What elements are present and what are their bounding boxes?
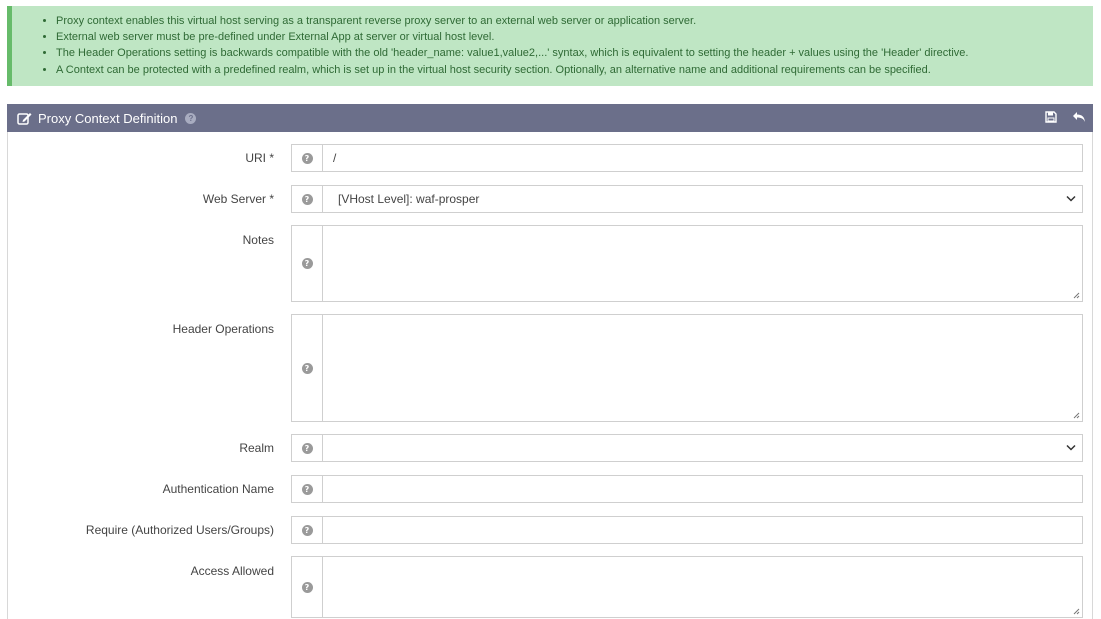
web-server-value: [VHost Level]: waf-prosper	[338, 192, 480, 206]
resize-grip-icon[interactable]	[1073, 292, 1080, 299]
uri-label: URI *	[245, 151, 274, 165]
notes-help[interactable]: ?	[292, 226, 323, 301]
header-operations-control: ?	[291, 314, 1083, 422]
uri-input[interactable]: /	[323, 145, 1082, 171]
uri-help[interactable]: ?	[292, 145, 323, 171]
require-control: ?	[291, 516, 1083, 544]
header-operations-textarea[interactable]	[323, 315, 1082, 421]
notice-list: Proxy context enables this virtual host …	[42, 13, 1093, 78]
form-panel: URI * ? / Web Server * ? [VHost Level]: …	[7, 132, 1093, 619]
chevron-down-icon	[1066, 444, 1076, 452]
form-row-notes: Notes ?	[8, 225, 1092, 302]
notice-item: Proxy context enables this virtual host …	[56, 13, 1093, 29]
help-icon: ?	[301, 362, 313, 374]
notes-textarea[interactable]	[323, 226, 1082, 301]
panel-header: Proxy Context Definition ?	[7, 104, 1093, 132]
help-icon: ?	[301, 258, 313, 269]
form-row-uri: URI * ? /	[8, 144, 1092, 172]
web-server-select[interactable]: [VHost Level]: waf-prosper	[323, 186, 1082, 212]
edit-icon	[17, 111, 32, 125]
web-server-label: Web Server *	[202, 192, 274, 206]
header-operations-label: Header Operations	[172, 322, 274, 336]
form-row-header-operations: Header Operations ?	[8, 314, 1092, 422]
save-icon[interactable]	[1043, 109, 1059, 125]
realm-label: Realm	[239, 441, 274, 455]
help-icon: ?	[301, 483, 313, 495]
realm-control: ?	[291, 434, 1083, 462]
auth-name-label: Authentication Name	[162, 482, 274, 496]
form-row-auth-name: Authentication Name ?	[8, 475, 1092, 503]
help-icon: ?	[301, 524, 313, 536]
realm-help[interactable]: ?	[292, 435, 323, 461]
help-icon[interactable]: ?	[185, 112, 197, 124]
form-row-realm: Realm ?	[8, 434, 1092, 462]
auth-name-input[interactable]	[323, 476, 1082, 502]
realm-select[interactable]	[323, 435, 1082, 461]
resize-grip-icon[interactable]	[1073, 608, 1080, 615]
uri-value: /	[333, 151, 337, 165]
access-allowed-help[interactable]: ?	[292, 557, 323, 617]
help-icon: ?	[301, 193, 313, 205]
help-icon: ?	[301, 442, 313, 454]
notice-item: External web server must be pre-defined …	[56, 29, 1093, 45]
panel-title: Proxy Context Definition	[38, 110, 178, 126]
form-row-access-allowed: Access Allowed ?	[8, 556, 1092, 618]
info-notice: Proxy context enables this virtual host …	[7, 6, 1093, 86]
resize-grip-icon[interactable]	[1073, 412, 1080, 419]
notice-item: The Header Operations setting is backwar…	[56, 45, 1093, 61]
require-input[interactable]	[323, 517, 1082, 543]
require-help[interactable]: ?	[292, 517, 323, 543]
auth-name-control: ?	[291, 475, 1083, 503]
help-icon: ?	[301, 152, 313, 164]
chevron-down-icon	[1066, 195, 1076, 203]
web-server-help[interactable]: ?	[292, 186, 323, 212]
auth-name-help[interactable]: ?	[292, 476, 323, 502]
access-allowed-control: ?	[291, 556, 1083, 618]
notes-label: Notes	[242, 233, 274, 247]
notes-control: ?	[291, 225, 1083, 302]
header-operations-help[interactable]: ?	[292, 315, 323, 421]
panel-actions	[1043, 109, 1087, 125]
uri-control: ? /	[291, 144, 1083, 172]
access-allowed-textarea[interactable]	[323, 557, 1082, 617]
web-server-control: ? [VHost Level]: waf-prosper	[291, 185, 1083, 213]
undo-icon[interactable]	[1071, 109, 1087, 125]
notice-item: A Context can be protected with a predef…	[56, 62, 1093, 78]
help-icon: ?	[301, 581, 313, 593]
access-allowed-label: Access Allowed	[190, 564, 274, 578]
require-label: Require (Authorized Users/Groups)	[85, 523, 274, 537]
form-row-web-server: Web Server * ? [VHost Level]: waf-prospe…	[8, 185, 1092, 213]
form-row-require: Require (Authorized Users/Groups) ?	[8, 516, 1092, 544]
